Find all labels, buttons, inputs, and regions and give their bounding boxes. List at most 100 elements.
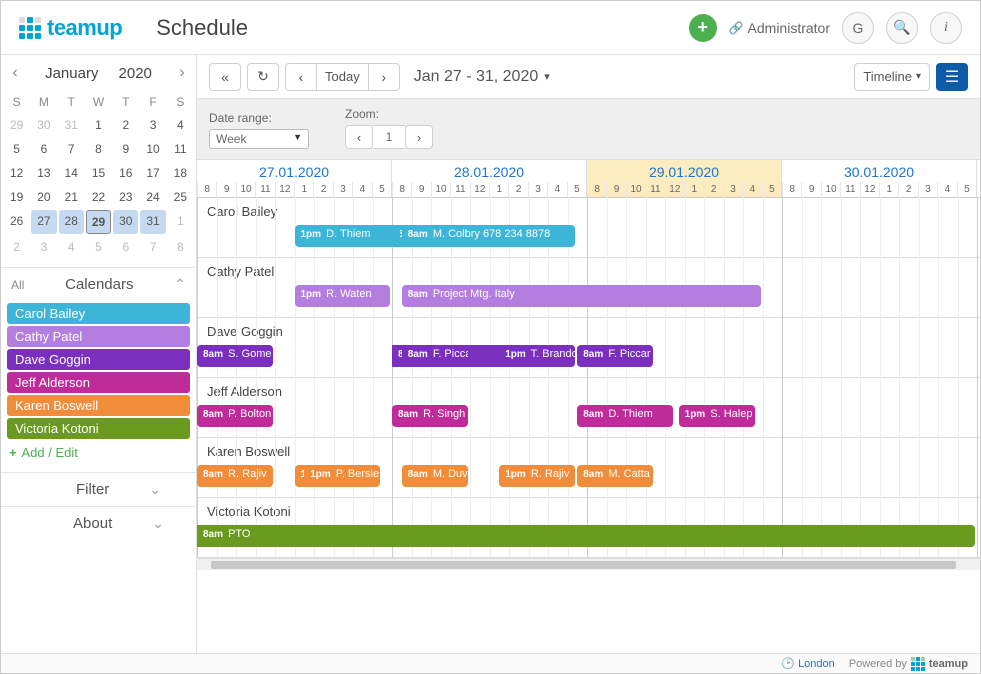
mini-cal-day[interactable]: 13: [31, 162, 56, 184]
calendar-chip[interactable]: Carol Bailey: [7, 303, 190, 324]
event[interactable]: 8am P. Bolton: [197, 405, 273, 427]
scroll-thumb[interactable]: [211, 561, 956, 569]
event[interactable]: 1pm P. Bersie: [304, 465, 380, 487]
about-header[interactable]: About ⌄: [1, 506, 196, 540]
timeline-row[interactable]: Carol Bailey8am S. Halep1pm D. Thiem8am …: [197, 198, 980, 258]
mini-cal-day[interactable]: 3: [31, 236, 56, 258]
mini-cal-day[interactable]: 12: [4, 162, 29, 184]
mini-cal-day[interactable]: 6: [113, 236, 138, 258]
mini-cal-day[interactable]: 25: [168, 186, 193, 208]
event[interactable]: 8am PTO: [197, 525, 975, 547]
mini-cal-day[interactable]: 20: [31, 186, 56, 208]
calendar-chip[interactable]: Victoria Kotoni: [7, 418, 190, 439]
day-label[interactable]: 27.01.2020: [197, 160, 391, 182]
mini-cal-day[interactable]: 2: [113, 114, 138, 136]
mini-cal-year[interactable]: 2020: [119, 65, 152, 82]
mini-cal-day[interactable]: 3: [140, 114, 165, 136]
event[interactable]: 8am M. Duval: [402, 465, 468, 487]
event[interactable]: 1pm R. Rajiv: [499, 465, 575, 487]
mini-cal-day[interactable]: 7: [140, 236, 165, 258]
mini-cal-day[interactable]: 1: [168, 210, 193, 234]
mini-cal-day[interactable]: 4: [59, 236, 84, 258]
calendars-header[interactable]: All Calendars ⌃: [1, 267, 196, 301]
mini-cal-day[interactable]: 15: [86, 162, 111, 184]
day-label[interactable]: 29.01.2020: [587, 160, 781, 182]
nav-next-button[interactable]: ›: [368, 63, 400, 91]
event[interactable]: 8am M. Catta: [577, 465, 653, 487]
logo[interactable]: teamup: [19, 15, 122, 41]
mini-cal-day[interactable]: 21: [59, 186, 84, 208]
mini-cal-day[interactable]: 24: [140, 186, 165, 208]
mini-cal-day[interactable]: 6: [31, 138, 56, 160]
mini-cal-day[interactable]: 27: [31, 210, 56, 234]
mini-cal-day[interactable]: 29: [4, 114, 29, 136]
zoom-out-button[interactable]: ‹: [345, 125, 373, 149]
mini-cal-day[interactable]: 17: [140, 162, 165, 184]
calendar-chip[interactable]: Dave Goggin: [7, 349, 190, 370]
event[interactable]: 8am R. Singh: [392, 405, 468, 427]
event[interactable]: 8am R. Rajiv: [197, 465, 273, 487]
event[interactable]: 8am D. Thiem: [577, 405, 673, 427]
filter-header[interactable]: Filter ⌄: [1, 472, 196, 506]
mini-cal-day[interactable]: 14: [59, 162, 84, 184]
timezone-label[interactable]: London: [798, 658, 835, 670]
event[interactable]: 8am Project Mtg. Italy: [402, 285, 761, 307]
timeline-row[interactable]: Karen Boswell8am R. Rajiv1pm M. Cattar1p…: [197, 438, 980, 498]
today-button[interactable]: Today: [316, 63, 369, 91]
calendar-chip[interactable]: Jeff Alderson: [7, 372, 190, 393]
mini-cal-day[interactable]: 22: [86, 186, 111, 208]
mini-cal-day[interactable]: 30: [113, 210, 138, 234]
timeline-rows[interactable]: Carol Bailey8am S. Halep1pm D. Thiem8am …: [197, 198, 980, 558]
add-button[interactable]: +: [689, 14, 717, 42]
event[interactable]: 1pm T. Brando: [499, 345, 575, 367]
mini-cal-day[interactable]: 8: [168, 236, 193, 258]
google-button[interactable]: G: [842, 12, 874, 44]
mini-cal-day[interactable]: 7: [59, 138, 84, 160]
timeline-row[interactable]: Jeff Alderson8am P. Bolton8am R. Singh8a…: [197, 378, 980, 438]
day-label[interactable]: 30.01.2020: [782, 160, 976, 182]
search-button[interactable]: 🔍: [886, 12, 918, 44]
mini-cal-day[interactable]: 2: [4, 236, 29, 258]
timeline-row[interactable]: Cathy Patel1pm R. Waten8am Project Mtg. …: [197, 258, 980, 318]
view-select[interactable]: Timeline ▾: [854, 63, 930, 91]
event[interactable]: 8am F. Piccar: [577, 345, 653, 367]
menu-button[interactable]: ☰: [936, 63, 968, 91]
event[interactable]: 1pm D. Thiem: [295, 225, 400, 247]
mini-cal-next[interactable]: ›: [172, 63, 192, 83]
mini-cal-day[interactable]: 26: [4, 210, 29, 234]
mini-cal-day[interactable]: 18: [168, 162, 193, 184]
mini-cal-day[interactable]: 10: [140, 138, 165, 160]
calendar-chip[interactable]: Karen Boswell: [7, 395, 190, 416]
mini-cal-day[interactable]: 1: [86, 114, 111, 136]
add-edit-calendars[interactable]: + Add / Edit: [7, 441, 190, 464]
event[interactable]: 8am M. Colbry 678 234 8878: [402, 225, 576, 247]
mini-cal-day[interactable]: 5: [86, 236, 111, 258]
mini-cal-day[interactable]: 28: [59, 210, 84, 234]
event[interactable]: 1pm S. Halep: [679, 405, 755, 427]
mini-cal-day[interactable]: 19: [4, 186, 29, 208]
day-label[interactable]: 28.01.2020: [392, 160, 586, 182]
mini-cal-day[interactable]: 4: [168, 114, 193, 136]
mini-cal-day[interactable]: 9: [113, 138, 138, 160]
all-label[interactable]: All: [11, 278, 24, 292]
timezone-link[interactable]: 🕑 London: [781, 657, 834, 670]
mini-cal-day[interactable]: 8: [86, 138, 111, 160]
mini-cal-day[interactable]: 5: [4, 138, 29, 160]
mini-cal-day[interactable]: 11: [168, 138, 193, 160]
mini-cal-day[interactable]: 31: [140, 210, 165, 234]
date-range-select[interactable]: Week: [209, 129, 309, 149]
mini-cal-day[interactable]: 16: [113, 162, 138, 184]
mini-cal-month[interactable]: January: [45, 65, 98, 82]
mini-cal-day[interactable]: 23: [113, 186, 138, 208]
date-range-button[interactable]: Jan 27 - 31, 2020 ▾: [414, 68, 550, 86]
nav-prev-button[interactable]: ‹: [285, 63, 317, 91]
timeline-row[interactable]: Dave Goggin8am S. Gome8am PTO8am F. Picc…: [197, 318, 980, 378]
horizontal-scrollbar[interactable]: [197, 558, 980, 570]
refresh-button[interactable]: ↻: [247, 63, 279, 91]
admin-link[interactable]: 🔗 Administrator: [729, 20, 830, 36]
mini-cal-day[interactable]: 29: [86, 210, 111, 234]
zoom-in-button[interactable]: ›: [405, 125, 433, 149]
event[interactable]: 1pm R. Waten: [295, 285, 391, 307]
event[interactable]: 8am S. Gome: [197, 345, 273, 367]
mini-cal-day[interactable]: 31: [59, 114, 84, 136]
